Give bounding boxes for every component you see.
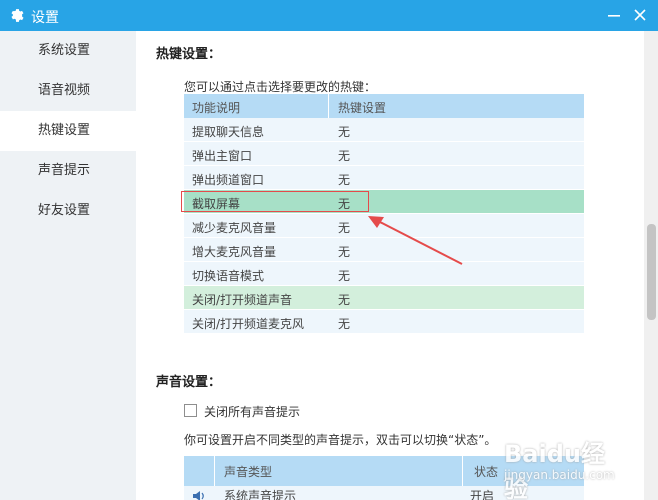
function-name: 弹出主窗口 (192, 149, 253, 163)
sidebar-item-sound[interactable]: 声音提示 (0, 151, 136, 191)
close-icon[interactable] (630, 5, 650, 25)
table-row[interactable]: 弹出频道窗口 无 (184, 166, 584, 190)
table-row[interactable]: 关闭/打开频道麦克风 无 (184, 310, 584, 334)
baidu-watermark: Baidu经验 jingyan.baidu.com (504, 434, 624, 500)
watermark-logo: Baidu经验 (504, 440, 605, 500)
column-header-function: 功能说明 (192, 101, 241, 115)
watermark-url: jingyan.baidu.com (504, 468, 615, 482)
column-header-hotkey: 热键设置 (338, 101, 387, 115)
hotkeys-hint: 您可以通过点击选择要更改的热键： (184, 80, 377, 94)
sidebar-item-label: 系统设置 (38, 43, 91, 58)
sidebar-item-label: 好友设置 (38, 203, 91, 218)
table-row[interactable]: 提取聊天信息 无 (184, 118, 584, 142)
function-name: 弹出频道窗口 (192, 173, 265, 187)
sidebar-item-label: 语音视频 (38, 83, 91, 98)
sidebar-item-label: 热键设置 (38, 123, 91, 138)
hotkey-value[interactable]: 无 (338, 171, 350, 188)
sidebar: 系统设置 语音视频 热键设置 声音提示 好友设置 (0, 31, 136, 500)
sound-type: 系统声音提示 (224, 489, 297, 500)
speaker-icon (193, 491, 204, 500)
sidebar-item-voice-video[interactable]: 语音视频 (0, 71, 136, 111)
hotkey-value[interactable]: 无 (338, 291, 350, 308)
mute-all-checkbox[interactable] (184, 404, 197, 417)
hotkey-value[interactable]: 无 (338, 267, 350, 284)
column-divider (462, 456, 463, 486)
function-name: 增大麦克风音量 (192, 245, 277, 259)
gear-icon (11, 9, 24, 22)
title-bar: 设置 (0, 0, 658, 31)
function-name: 关闭/打开频道麦克风 (192, 317, 305, 331)
column-header-status: 状态 (474, 465, 499, 479)
hotkeys-section-title: 热键设置： (156, 47, 222, 62)
hotkey-value[interactable]: 无 (338, 243, 350, 260)
hotkey-value[interactable]: 无 (338, 219, 350, 236)
minimize-icon[interactable] (604, 5, 624, 25)
column-divider (328, 94, 329, 118)
annotation-box (181, 191, 369, 212)
sidebar-item-label: 声音提示 (38, 163, 91, 178)
sound-hint: 你可设置开启不同类型的声音提示，双击可以切换“状态”。 (184, 433, 497, 447)
function-name: 减少麦克风音量 (192, 221, 277, 235)
column-divider (214, 456, 215, 486)
table-row-selected[interactable]: 截取屏幕 无 (181, 190, 584, 214)
table-header: 功能说明 热键设置 (184, 94, 584, 118)
column-header-sound-type: 声音类型 (224, 465, 273, 479)
hotkey-value[interactable]: 无 (338, 315, 350, 332)
table-row-hover[interactable]: 关闭/打开频道声音 无 (184, 286, 584, 310)
table-row[interactable]: 弹出主窗口 无 (184, 142, 584, 166)
scrollbar-thumb[interactable] (647, 224, 656, 320)
function-name: 提取聊天信息 (192, 125, 265, 139)
annotation-arrow (368, 216, 463, 265)
sidebar-item-friends[interactable]: 好友设置 (0, 191, 136, 231)
sidebar-item-hotkeys[interactable]: 热键设置 (0, 111, 136, 151)
sound-section-title: 声音设置： (156, 375, 222, 390)
function-name: 切换语音模式 (192, 269, 265, 283)
sound-status[interactable]: 开启 (470, 487, 494, 500)
sidebar-item-system[interactable]: 系统设置 (0, 31, 136, 71)
vertical-scrollbar[interactable] (644, 31, 658, 500)
hotkey-value[interactable]: 无 (338, 147, 350, 164)
function-name: 关闭/打开频道声音 (192, 293, 293, 307)
mute-all-label[interactable]: 关闭所有声音提示 (204, 403, 300, 420)
hotkey-value[interactable]: 无 (338, 123, 350, 140)
window-title: 设置 (31, 10, 59, 26)
